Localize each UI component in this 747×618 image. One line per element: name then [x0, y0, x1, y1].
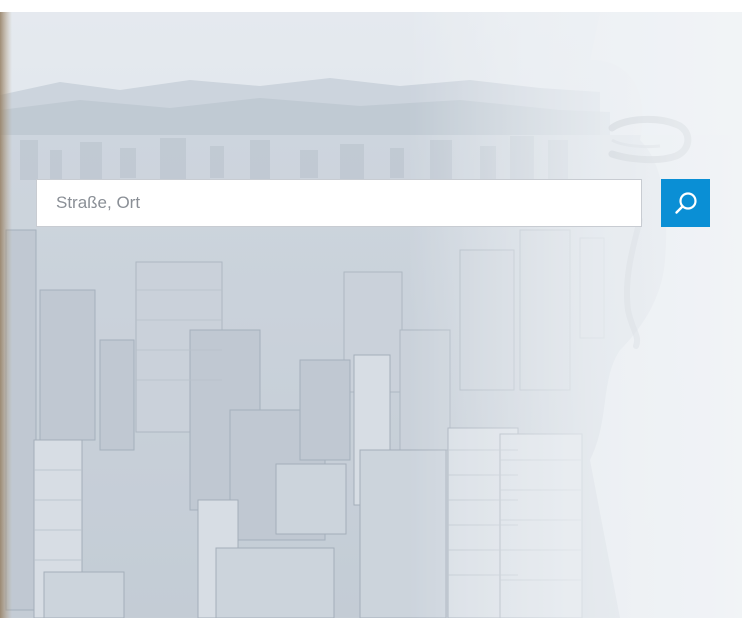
search-button[interactable]: [661, 179, 710, 227]
hero-section: [0, 0, 747, 618]
search-input[interactable]: [36, 179, 642, 227]
search-icon: [673, 190, 699, 216]
hero-background-image: [0, 0, 747, 618]
